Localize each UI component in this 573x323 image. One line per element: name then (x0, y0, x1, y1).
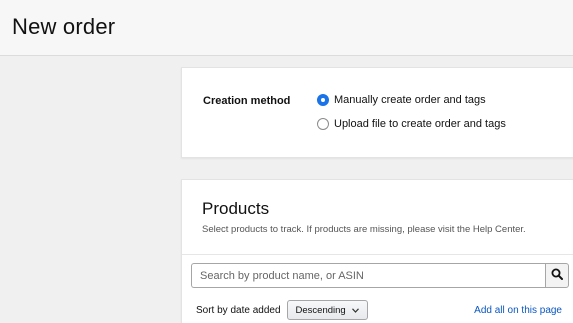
divider (182, 254, 573, 255)
radio-manual[interactable]: Manually create order and tags (317, 94, 486, 106)
add-all-link[interactable]: Add all on this page (474, 305, 562, 316)
products-card: Products Select products to track. If pr… (181, 179, 573, 323)
products-subtitle: Select products to track. If products ar… (202, 224, 526, 235)
creation-method-card: Creation method Manually create order an… (181, 67, 573, 158)
sort-selected-value: Descending (295, 304, 346, 316)
page-header: New order (0, 0, 573, 56)
radio-unchecked-icon[interactable] (317, 118, 329, 130)
creation-method-label: Creation method (203, 95, 291, 107)
page: New order Creation method Manually creat… (0, 0, 573, 323)
radio-checked-icon[interactable] (317, 94, 329, 106)
product-search (191, 263, 569, 288)
radio-upload-label: Upload file to create order and tags (334, 118, 506, 130)
radio-upload[interactable]: Upload file to create order and tags (317, 118, 506, 130)
search-button[interactable] (545, 263, 569, 288)
radio-manual-label: Manually create order and tags (334, 94, 486, 106)
sort-label: Sort by date added (196, 304, 281, 316)
sort-row: Sort by date added Descending Add all on… (196, 300, 562, 320)
page-title: New order (12, 14, 116, 39)
sort-dropdown[interactable]: Descending (286, 300, 368, 320)
chevron-down-icon (351, 307, 359, 313)
search-input[interactable] (191, 263, 545, 288)
products-title: Products (202, 199, 270, 218)
search-icon (551, 267, 563, 285)
